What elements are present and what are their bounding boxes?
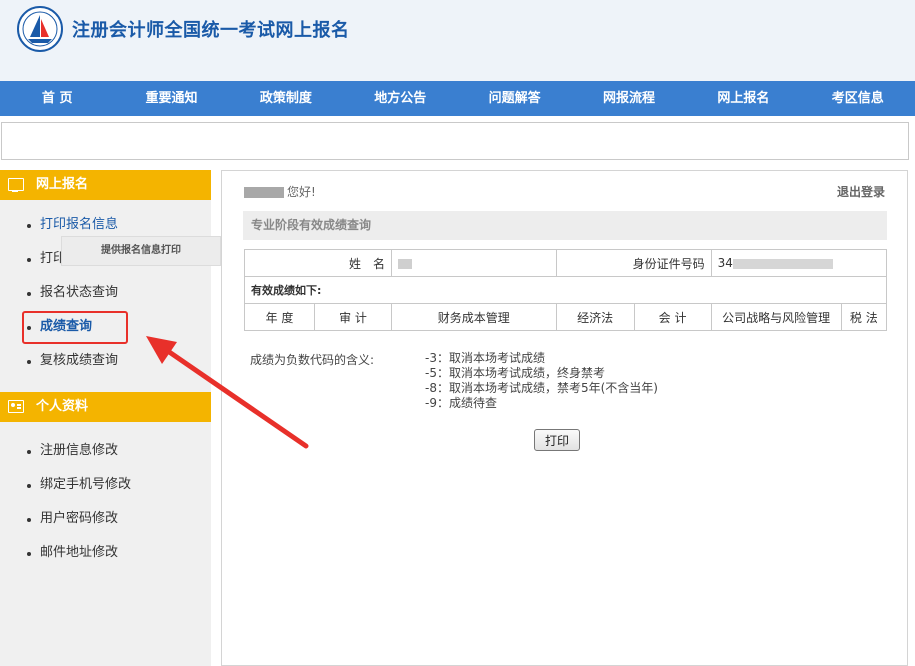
nav-local-announcements[interactable]: 地方公告 <box>343 81 457 116</box>
id-value: 34 <box>710 249 888 277</box>
screen-icon <box>8 178 24 192</box>
legend-item: -8：取消本场考试成绩，禁考5年(不含当年) <box>425 381 658 395</box>
nav-notices[interactable]: 重要通知 <box>114 81 228 116</box>
table-row: 有效成绩如下: <box>244 276 887 304</box>
greeting: 您好! <box>244 183 316 200</box>
sidebar-section-registration: 网上报名 <box>0 170 211 200</box>
masked-id <box>732 258 833 269</box>
sidebar-item-edit-password[interactable]: 用户密码修改 <box>0 502 211 536</box>
sidebar-item-edit-phone[interactable]: 绑定手机号修改 <box>0 468 211 502</box>
nav-online-registration[interactable]: 网上报名 <box>686 81 800 116</box>
site-header: 注册会计师全国统一考试网上报名 <box>0 0 915 81</box>
site-title: 注册会计师全国统一考试网上报名 <box>72 20 350 41</box>
id-card-icon <box>8 400 24 413</box>
sidebar-item-score-review[interactable]: 复核成绩查询 <box>0 344 211 378</box>
tooltip: 提供报名信息打印 <box>61 236 221 266</box>
table-row: 姓 名 身份证件号码 34 <box>244 249 888 277</box>
nav-policy[interactable]: 政策制度 <box>229 81 343 116</box>
section-title: 专业阶段有效成绩查询 <box>243 211 887 240</box>
legend-item: -5：取消本场考试成绩，终身禁考 <box>425 366 605 380</box>
legend-label: 成绩为负数代码的含义: <box>250 353 375 367</box>
sidebar-item-edit-registration[interactable]: 注册信息修改 <box>0 434 211 468</box>
legend-list: -3：取消本场考试成绩 -5：取消本场考试成绩，终身禁考 -8：取消本场考试成绩… <box>425 351 658 411</box>
nav-faq[interactable]: 问题解答 <box>458 81 572 116</box>
annotation-highlight-box <box>22 311 128 344</box>
sidebar-item-edit-email[interactable]: 邮件地址修改 <box>0 536 211 570</box>
main-nav: 首 页 重要通知 政策制度 地方公告 问题解答 网报流程 网上报名 考区信息 <box>0 81 915 116</box>
column-header: 公司战略与风险管理 <box>710 303 842 331</box>
sailboat-emblem-icon <box>17 6 63 52</box>
id-label: 身份证件号码 <box>555 249 712 277</box>
column-header: 会 计 <box>633 303 712 331</box>
nav-exam-area-info[interactable]: 考区信息 <box>801 81 915 116</box>
main-content: 您好! 退出登录 专业阶段有效成绩查询 姓 名 身份证件号码 34 有效成绩如下… <box>221 170 908 666</box>
id-prefix: 34 <box>717 256 733 270</box>
sidebar-section-title: 个人资料 <box>36 399 89 414</box>
legend-item: -3：取消本场考试成绩 <box>425 351 545 365</box>
logout-link[interactable]: 退出登录 <box>837 183 885 200</box>
name-label: 姓 名 <box>244 249 392 277</box>
greeting-text: 您好! <box>287 185 316 199</box>
masked-username <box>244 187 284 198</box>
nav-process[interactable]: 网报流程 <box>572 81 686 116</box>
print-button[interactable]: 打印 <box>534 429 580 451</box>
sidebar-section-profile: 个人资料 <box>0 392 211 422</box>
column-header: 审 计 <box>314 303 392 331</box>
masked-name <box>398 258 412 269</box>
sidebar-section-title: 网上报名 <box>36 177 89 192</box>
notice-strip <box>1 122 909 160</box>
sidebar-item-registration-status[interactable]: 报名状态查询 <box>0 276 211 310</box>
table-header-row: 年 度 审 计 财务成本管理 经济法 会 计 公司战略与风险管理 税 法 <box>244 303 888 331</box>
column-header: 经济法 <box>555 303 635 331</box>
column-header: 年 度 <box>244 303 315 331</box>
table-caption: 有效成绩如下: <box>244 276 887 304</box>
legend-item: -9：成绩待查 <box>425 396 497 410</box>
column-header: 财务成本管理 <box>391 303 557 331</box>
score-table: 姓 名 身份证件号码 34 有效成绩如下: 年 度 审 计 财务成本管理 经济法… <box>244 249 888 331</box>
column-header: 税 法 <box>840 303 888 331</box>
nav-home[interactable]: 首 页 <box>0 81 114 116</box>
name-value <box>391 249 557 277</box>
